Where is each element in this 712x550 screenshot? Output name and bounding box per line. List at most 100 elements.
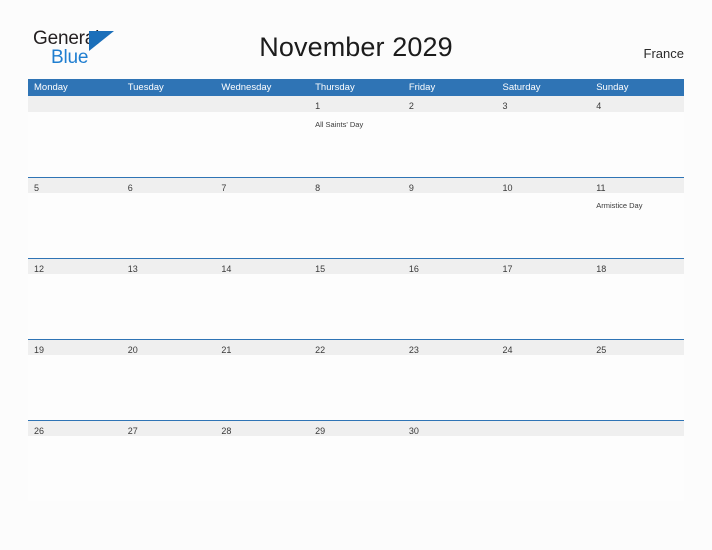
day-event-cell[interactable] xyxy=(497,436,591,501)
day-event-cell[interactable] xyxy=(215,355,309,420)
day-cell[interactable]: 25 xyxy=(590,340,684,355)
day-number: 25 xyxy=(596,345,607,355)
day-number: 12 xyxy=(34,264,45,274)
day-number: 8 xyxy=(315,183,321,193)
day-cell[interactable]: 28 xyxy=(215,421,309,436)
day-number: 18 xyxy=(596,264,607,274)
week-body-band xyxy=(28,436,684,501)
day-number: 13 xyxy=(127,264,138,274)
day-event-cell[interactable] xyxy=(28,193,122,258)
day-number: 28 xyxy=(221,426,232,436)
day-event-cell[interactable] xyxy=(403,355,497,420)
day-cell[interactable]: 22 xyxy=(309,340,403,355)
day-cell[interactable]: 27 xyxy=(122,421,216,436)
day-cell[interactable]: 8 xyxy=(309,178,403,193)
day-event-cell[interactable] xyxy=(497,274,591,339)
day-cell[interactable] xyxy=(28,96,122,112)
day-cell[interactable]: 4 xyxy=(590,96,684,112)
day-event-cell[interactable] xyxy=(28,112,122,177)
day-cell[interactable]: 17 xyxy=(497,259,591,274)
event-label: Armistice Day xyxy=(596,201,643,210)
day-event-cell[interactable] xyxy=(309,193,403,258)
day-cell[interactable]: 19 xyxy=(28,340,122,355)
week-row: 19 20 21 22 23 24 25 xyxy=(28,339,684,420)
day-cell[interactable]: 18 xyxy=(590,259,684,274)
week-row: 12 13 14 15 16 17 18 xyxy=(28,258,684,339)
day-cell[interactable]: 2 xyxy=(403,96,497,112)
day-event-cell[interactable] xyxy=(590,355,684,420)
day-event-cell[interactable] xyxy=(28,436,122,501)
day-event-cell[interactable] xyxy=(309,355,403,420)
day-number: 30 xyxy=(408,426,419,436)
day-cell[interactable]: 7 xyxy=(215,178,309,193)
week-row: 1 2 3 4 All Saints' Day xyxy=(28,96,684,177)
week-body-band xyxy=(28,355,684,420)
day-event-cell[interactable] xyxy=(403,193,497,258)
day-cell[interactable] xyxy=(122,96,216,112)
day-cell[interactable]: 23 xyxy=(403,340,497,355)
day-event-cell[interactable] xyxy=(590,274,684,339)
day-event-cell[interactable] xyxy=(122,193,216,258)
page-title: November 2029 xyxy=(259,32,453,62)
event-label: All Saints' Day xyxy=(315,120,364,129)
day-cell[interactable]: 11 xyxy=(590,178,684,193)
week-body-band: Armistice Day xyxy=(28,193,684,258)
day-number: 29 xyxy=(315,426,326,436)
day-cell[interactable]: 3 xyxy=(497,96,591,112)
day-event-cell[interactable]: All Saints' Day xyxy=(309,112,403,177)
day-cell[interactable]: 10 xyxy=(497,178,591,193)
day-event-cell[interactable] xyxy=(122,436,216,501)
day-event-cell[interactable] xyxy=(403,274,497,339)
day-event-cell[interactable] xyxy=(215,193,309,258)
day-number: 22 xyxy=(315,345,326,355)
day-number: 6 xyxy=(127,183,133,193)
day-cell[interactable]: 15 xyxy=(309,259,403,274)
day-cell[interactable]: 24 xyxy=(497,340,591,355)
day-number: 10 xyxy=(502,183,513,193)
day-event-cell[interactable] xyxy=(497,112,591,177)
day-event-cell[interactable] xyxy=(590,436,684,501)
day-event-cell[interactable]: Armistice Day xyxy=(590,193,684,258)
calendar-page: General Blue November 2029 France Monday… xyxy=(0,0,712,550)
day-event-cell[interactable] xyxy=(403,436,497,501)
day-cell[interactable] xyxy=(590,421,684,436)
week-row: 26 27 28 29 30 xyxy=(28,420,684,501)
day-event-cell[interactable] xyxy=(122,355,216,420)
day-cell[interactable]: 14 xyxy=(215,259,309,274)
day-cell[interactable]: 16 xyxy=(403,259,497,274)
day-event-cell[interactable] xyxy=(215,112,309,177)
day-cell[interactable]: 13 xyxy=(122,259,216,274)
day-number: 4 xyxy=(596,101,602,111)
day-event-cell[interactable] xyxy=(309,436,403,501)
day-event-cell[interactable] xyxy=(403,112,497,177)
day-cell[interactable]: 5 xyxy=(28,178,122,193)
day-event-cell[interactable] xyxy=(215,274,309,339)
day-cell[interactable] xyxy=(497,421,591,436)
weekday-header-friday: Friday xyxy=(408,82,436,93)
day-event-cell[interactable] xyxy=(497,193,591,258)
day-number: 16 xyxy=(408,264,419,274)
day-cell[interactable]: 26 xyxy=(28,421,122,436)
day-cell[interactable] xyxy=(215,96,309,112)
day-number: 27 xyxy=(127,426,138,436)
day-cell[interactable]: 12 xyxy=(28,259,122,274)
week-body-band: All Saints' Day xyxy=(28,112,684,177)
day-cell[interactable]: 29 xyxy=(309,421,403,436)
day-event-cell[interactable] xyxy=(28,274,122,339)
day-cell[interactable]: 6 xyxy=(122,178,216,193)
day-event-cell[interactable] xyxy=(309,274,403,339)
weekday-header-sunday: Sunday xyxy=(596,82,629,93)
day-event-cell[interactable] xyxy=(215,436,309,501)
day-number: 23 xyxy=(408,345,419,355)
day-number: 21 xyxy=(221,345,232,355)
day-event-cell[interactable] xyxy=(590,112,684,177)
day-event-cell[interactable] xyxy=(122,274,216,339)
day-event-cell[interactable] xyxy=(497,355,591,420)
day-cell[interactable]: 9 xyxy=(403,178,497,193)
day-event-cell[interactable] xyxy=(28,355,122,420)
day-cell[interactable]: 20 xyxy=(122,340,216,355)
day-cell[interactable]: 1 xyxy=(309,96,403,112)
day-cell[interactable]: 30 xyxy=(403,421,497,436)
day-event-cell[interactable] xyxy=(122,112,216,177)
day-cell[interactable]: 21 xyxy=(215,340,309,355)
